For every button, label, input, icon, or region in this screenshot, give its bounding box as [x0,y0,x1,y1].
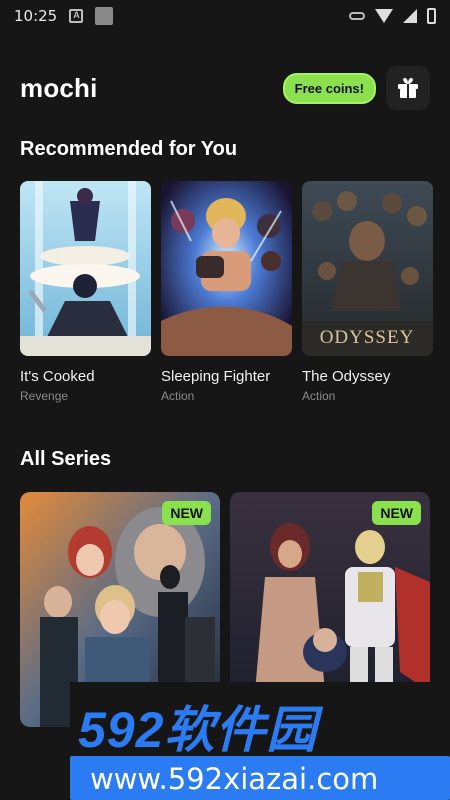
app-logo: mochi [20,72,98,103]
free-coins-button[interactable]: Free coins! [282,72,376,104]
odyssey-cover-title: ODYSSEY [320,327,415,348]
wifi-icon [375,9,393,23]
app-notification-icon [95,7,114,25]
recommended-card[interactable]: Sleeping Fighter Action [161,181,292,403]
series-genre: Action [161,389,195,403]
watermark-overlay: 592软件园 www.592xiazai.com [70,682,450,800]
series-genre: Revenge [20,389,69,403]
series-genre: Action [302,389,336,403]
status-time: 10:25 [14,7,58,25]
app-header: mochi Free coins! [20,66,430,110]
cover-sleeping-fighter[interactable] [161,181,292,356]
new-badge: NEW [162,501,211,525]
series-title: Sleeping Fighter [161,368,271,385]
link-icon [349,12,365,20]
gift-icon [398,78,418,98]
cover-its-cooked[interactable] [20,181,151,356]
cover-the-odyssey[interactable]: ODYSSEY [302,181,433,356]
series-title: The Odyssey [302,368,391,385]
recommended-heading: Recommended for You [20,138,238,160]
notification-icon [69,9,84,23]
battery-icon [427,8,436,24]
signal-icon [403,9,417,23]
all-series-heading: All Series [20,448,112,470]
watermark-logo: 592软件园 [78,702,318,758]
recommended-card[interactable]: It's Cooked Revenge [20,181,151,403]
watermark-url: www.592xiazai.com [90,762,379,796]
recommended-list: It's Cooked Revenge Sleeping Fighter Act… [20,181,450,403]
gift-button[interactable] [386,66,430,110]
status-bar: 10:25 [0,0,450,32]
recommended-card[interactable]: ODYSSEY The Odyssey Action [302,181,433,403]
series-title: It's Cooked [20,368,95,385]
new-badge: NEW [372,501,421,525]
